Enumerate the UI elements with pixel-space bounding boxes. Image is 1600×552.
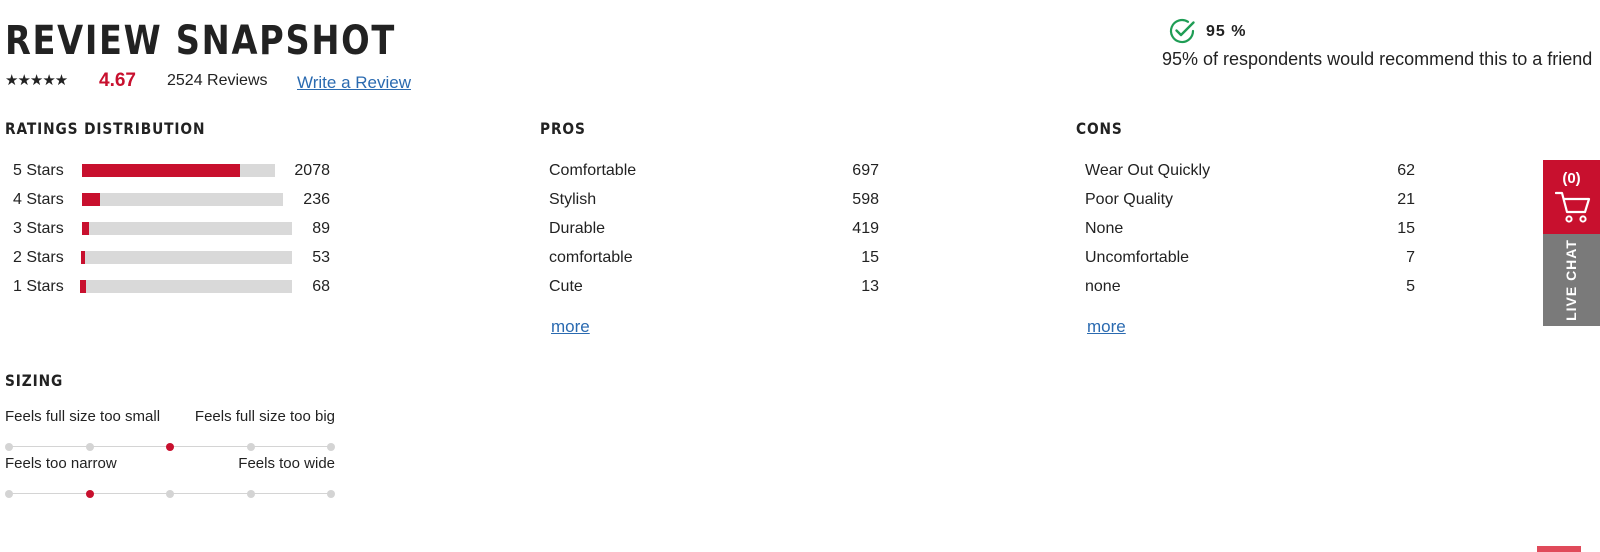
pros-item-label: Durable xyxy=(549,220,606,237)
ratings-distribution-title: RATINGS DISTRIBUTION xyxy=(5,119,206,138)
pros-more-link[interactable]: more xyxy=(551,317,590,337)
sizing-dot xyxy=(327,443,335,451)
cons-more-link[interactable]: more xyxy=(1087,317,1126,337)
cons-item-label: Wear Out Quickly xyxy=(1085,162,1211,179)
sizing-title: SIZING xyxy=(5,371,64,390)
rating-row-count: 68 xyxy=(312,278,330,295)
live-chat-button[interactable]: LIVE CHAT xyxy=(1543,234,1600,326)
rating-bar xyxy=(81,251,292,264)
sizing-dot xyxy=(166,490,174,498)
cart-button[interactable]: (0) xyxy=(1543,160,1600,234)
cons-item-label: Poor Quality xyxy=(1085,191,1174,208)
cons-item[interactable]: Uncomfortable 7 xyxy=(1085,249,1415,269)
cons-item[interactable]: none 5 xyxy=(1085,278,1415,298)
sizing-dot xyxy=(327,490,335,498)
pros-item-label: Stylish xyxy=(549,191,597,208)
pros-item[interactable]: Stylish 598 xyxy=(549,191,879,211)
write-review-link[interactable]: Write a Review xyxy=(297,73,411,93)
pros-item-count: 13 xyxy=(861,278,879,295)
pros-item[interactable]: Comfortable 697 xyxy=(549,162,879,182)
rating-row-count: 89 xyxy=(312,220,330,237)
rating-bar xyxy=(80,280,292,293)
rating-bar-fill xyxy=(82,222,90,235)
sizing-dot xyxy=(5,443,13,451)
rating-row-label: 4 Stars xyxy=(13,191,64,208)
rating-row-count: 236 xyxy=(303,191,330,208)
rating-bar xyxy=(82,193,283,206)
sizing-selected-dot xyxy=(85,490,94,498)
rating-bar xyxy=(82,164,275,177)
rating-bar-fill xyxy=(81,251,86,264)
rating-row-label: 5 Stars xyxy=(13,162,64,179)
cons-item-count: 15 xyxy=(1397,220,1415,237)
sizing-dot xyxy=(85,443,94,451)
cons-item-count: 62 xyxy=(1397,162,1415,179)
pros-item-label: comfortable xyxy=(549,249,633,266)
rating-row-label: 2 Stars xyxy=(13,249,64,266)
cons-item-count: 21 xyxy=(1397,191,1415,208)
cons-item[interactable]: None 15 xyxy=(1085,220,1415,240)
cons-item-label: Uncomfortable xyxy=(1085,249,1190,266)
cons-item[interactable]: Poor Quality 21 xyxy=(1085,191,1415,211)
cart-count: (0) xyxy=(1562,170,1581,187)
sizing-selected-dot xyxy=(166,443,174,451)
sizing-width-scale xyxy=(5,488,335,500)
sizing-length-scale xyxy=(5,441,335,453)
rating-row-label: 3 Stars xyxy=(13,220,64,237)
cons-item-count: 5 xyxy=(1406,278,1415,295)
pros-item-label: Cute xyxy=(549,278,583,295)
sizing-dot xyxy=(5,490,13,498)
rating-row-count: 2078 xyxy=(294,162,330,179)
cons-item-count: 7 xyxy=(1406,249,1415,266)
review-count: 2524 Reviews xyxy=(167,72,268,89)
cons-item-label: none xyxy=(1085,278,1121,295)
average-rating: 4.67 xyxy=(99,70,136,91)
rating-bar-fill xyxy=(82,164,241,177)
rating-bar-fill xyxy=(80,280,86,293)
pros-item-count: 419 xyxy=(852,220,879,237)
star-rating: ★★★★★ xyxy=(5,72,68,89)
pros-item[interactable]: comfortable 15 xyxy=(549,249,879,269)
pros-item-count: 598 xyxy=(852,191,879,208)
check-circle-icon xyxy=(1169,18,1195,44)
rating-bar xyxy=(82,222,292,235)
recommend-percent: 95 % xyxy=(1206,23,1247,40)
pros-title: PROS xyxy=(540,119,586,138)
sizing-length-right-label: Feels full size too big xyxy=(194,408,335,425)
pros-item-label: Comfortable xyxy=(549,162,637,179)
pros-item[interactable]: Cute 13 xyxy=(549,278,879,298)
pros-item-count: 15 xyxy=(861,249,879,266)
sizing-dot xyxy=(246,490,255,498)
rating-row-count: 53 xyxy=(312,249,330,266)
cons-title: CONS xyxy=(1076,119,1123,138)
pros-item[interactable]: Durable 419 xyxy=(549,220,879,240)
sizing-length-left-label: Feels full size too small xyxy=(5,408,161,425)
recommend-text: 95% of respondents would recommend this … xyxy=(1162,49,1593,69)
rating-bar-fill xyxy=(82,193,101,206)
shopping-cart-icon xyxy=(1555,191,1591,223)
cons-item[interactable]: Wear Out Quickly 62 xyxy=(1085,162,1415,182)
pros-item-count: 697 xyxy=(852,162,879,179)
page-title: REVIEW SNAPSHOT xyxy=(5,18,396,64)
cons-item-label: None xyxy=(1085,220,1124,237)
corner-accent-bar xyxy=(1537,546,1581,552)
live-chat-label: LIVE CHAT xyxy=(1563,239,1579,321)
sizing-width-right-label: Feels too wide xyxy=(238,455,335,472)
sizing-width-left-label: Feels too narrow xyxy=(5,455,117,472)
sizing-dot xyxy=(246,443,255,451)
rating-row-label: 1 Stars xyxy=(13,278,64,295)
